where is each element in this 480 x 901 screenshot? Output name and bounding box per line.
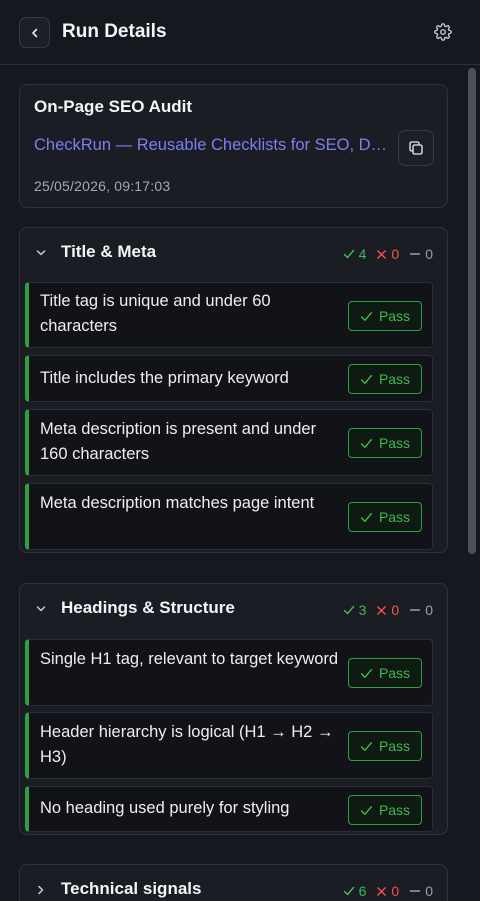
section-title-meta: Title & Meta 4 0 0 Title tag is unique a… xyxy=(19,227,448,553)
checklist-item: Title includes the primary keyword Pass xyxy=(25,355,433,402)
copy-link-button[interactable] xyxy=(398,130,434,166)
pass-label: Pass xyxy=(378,738,411,754)
page-title: Run Details xyxy=(62,21,167,42)
item-text: Single H1 tag, relevant to target keywor… xyxy=(40,650,339,668)
x-icon xyxy=(377,886,387,896)
section-title: Technical signals xyxy=(61,879,202,898)
chevron-down-icon xyxy=(34,602,48,616)
section-technical-signals: Technical signals 6 0 0 xyxy=(19,864,448,901)
checklist-item: No heading used purely for styling Pass xyxy=(25,786,433,832)
pass-button[interactable]: Pass xyxy=(348,502,422,532)
pass-count: 3 xyxy=(358,602,367,618)
chevron-down-icon xyxy=(34,246,48,260)
section-counts: 6 0 0 xyxy=(343,883,433,899)
pass-label: Pass xyxy=(378,509,411,525)
pass-count: 6 xyxy=(358,883,367,899)
skip-count: 0 xyxy=(425,246,433,262)
x-icon xyxy=(377,249,387,259)
pass-label: Pass xyxy=(378,665,411,681)
pass-button[interactable]: Pass xyxy=(348,795,422,825)
section-title: Title & Meta xyxy=(61,242,157,261)
check-icon xyxy=(343,605,354,615)
run-timestamp: 25/05/2026, 09:17:03 xyxy=(34,178,171,194)
pass-label: Pass xyxy=(378,802,411,818)
item-text: Title includes the primary keyword xyxy=(40,369,289,387)
check-icon xyxy=(343,249,354,259)
item-text: Meta description is present and under 16… xyxy=(40,420,317,463)
copy-icon xyxy=(409,141,423,155)
pass-button[interactable]: Pass xyxy=(348,731,422,761)
checklist-item: Header hierarchy is logical (H1 → H2 → H… xyxy=(25,712,433,779)
dash-icon xyxy=(409,890,421,892)
scrollbar-thumb[interactable] xyxy=(468,68,476,554)
fail-count: 0 xyxy=(391,246,400,262)
chevron-right-icon xyxy=(34,883,48,897)
check-icon xyxy=(360,311,373,321)
run-source-link[interactable]: CheckRun — Reusable Checklists for SEO, … xyxy=(34,136,390,155)
dash-icon xyxy=(409,609,421,611)
run-details-scroll[interactable]: On-Page SEO Audit CheckRun — Reusable Ch… xyxy=(0,65,480,901)
section-header[interactable]: Title & Meta 4 0 0 xyxy=(20,228,447,278)
section-counts: 3 0 0 xyxy=(343,602,433,618)
back-button[interactable] xyxy=(19,17,50,48)
skip-count: 0 xyxy=(425,883,433,899)
run-title: On-Page SEO Audit xyxy=(34,97,193,116)
fail-count: 0 xyxy=(391,883,400,899)
checklist-item: Meta description is present and under 16… xyxy=(25,409,433,476)
skip-count: 0 xyxy=(425,602,433,618)
section-header[interactable]: Technical signals 6 0 0 xyxy=(20,865,447,901)
dash-icon xyxy=(409,253,421,255)
gear-icon xyxy=(434,23,452,41)
chevron-left-icon xyxy=(31,28,37,37)
run-info-card: On-Page SEO Audit CheckRun — Reusable Ch… xyxy=(19,84,448,208)
checklist-item: Single H1 tag, relevant to target keywor… xyxy=(25,639,433,706)
checklist-item: Title tag is unique and under 60 charact… xyxy=(25,282,433,348)
check-icon xyxy=(360,741,373,751)
section-title: Headings & Structure xyxy=(61,598,235,617)
check-icon xyxy=(360,512,373,522)
section-header[interactable]: Headings & Structure 3 0 0 xyxy=(20,584,447,634)
pass-button[interactable]: Pass xyxy=(348,301,422,331)
pass-label: Pass xyxy=(378,308,411,324)
section-counts: 4 0 0 xyxy=(343,246,433,262)
item-text: Meta description matches page intent xyxy=(40,494,315,512)
top-bar: Run Details xyxy=(0,0,480,65)
pass-button[interactable]: Pass xyxy=(348,658,422,688)
pass-button[interactable]: Pass xyxy=(348,428,422,458)
check-icon xyxy=(360,374,373,384)
section-headings-structure: Headings & Structure 3 0 0 Single H1 tag… xyxy=(19,583,448,835)
check-icon xyxy=(360,438,373,448)
fail-count: 0 xyxy=(391,602,400,618)
check-icon xyxy=(360,805,373,815)
pass-button[interactable]: Pass xyxy=(348,364,422,394)
check-icon xyxy=(360,668,373,678)
pass-count: 4 xyxy=(358,246,367,262)
pass-label: Pass xyxy=(378,371,411,387)
item-text: Header hierarchy is logical (H1 → H2 → H… xyxy=(40,723,334,766)
item-text: Title tag is unique and under 60 charact… xyxy=(40,292,271,335)
settings-button[interactable] xyxy=(432,21,454,43)
check-icon xyxy=(343,886,354,896)
pass-label: Pass xyxy=(378,435,411,451)
checklist-item: Meta description matches page intent Pas… xyxy=(25,483,433,550)
x-icon xyxy=(377,605,387,615)
